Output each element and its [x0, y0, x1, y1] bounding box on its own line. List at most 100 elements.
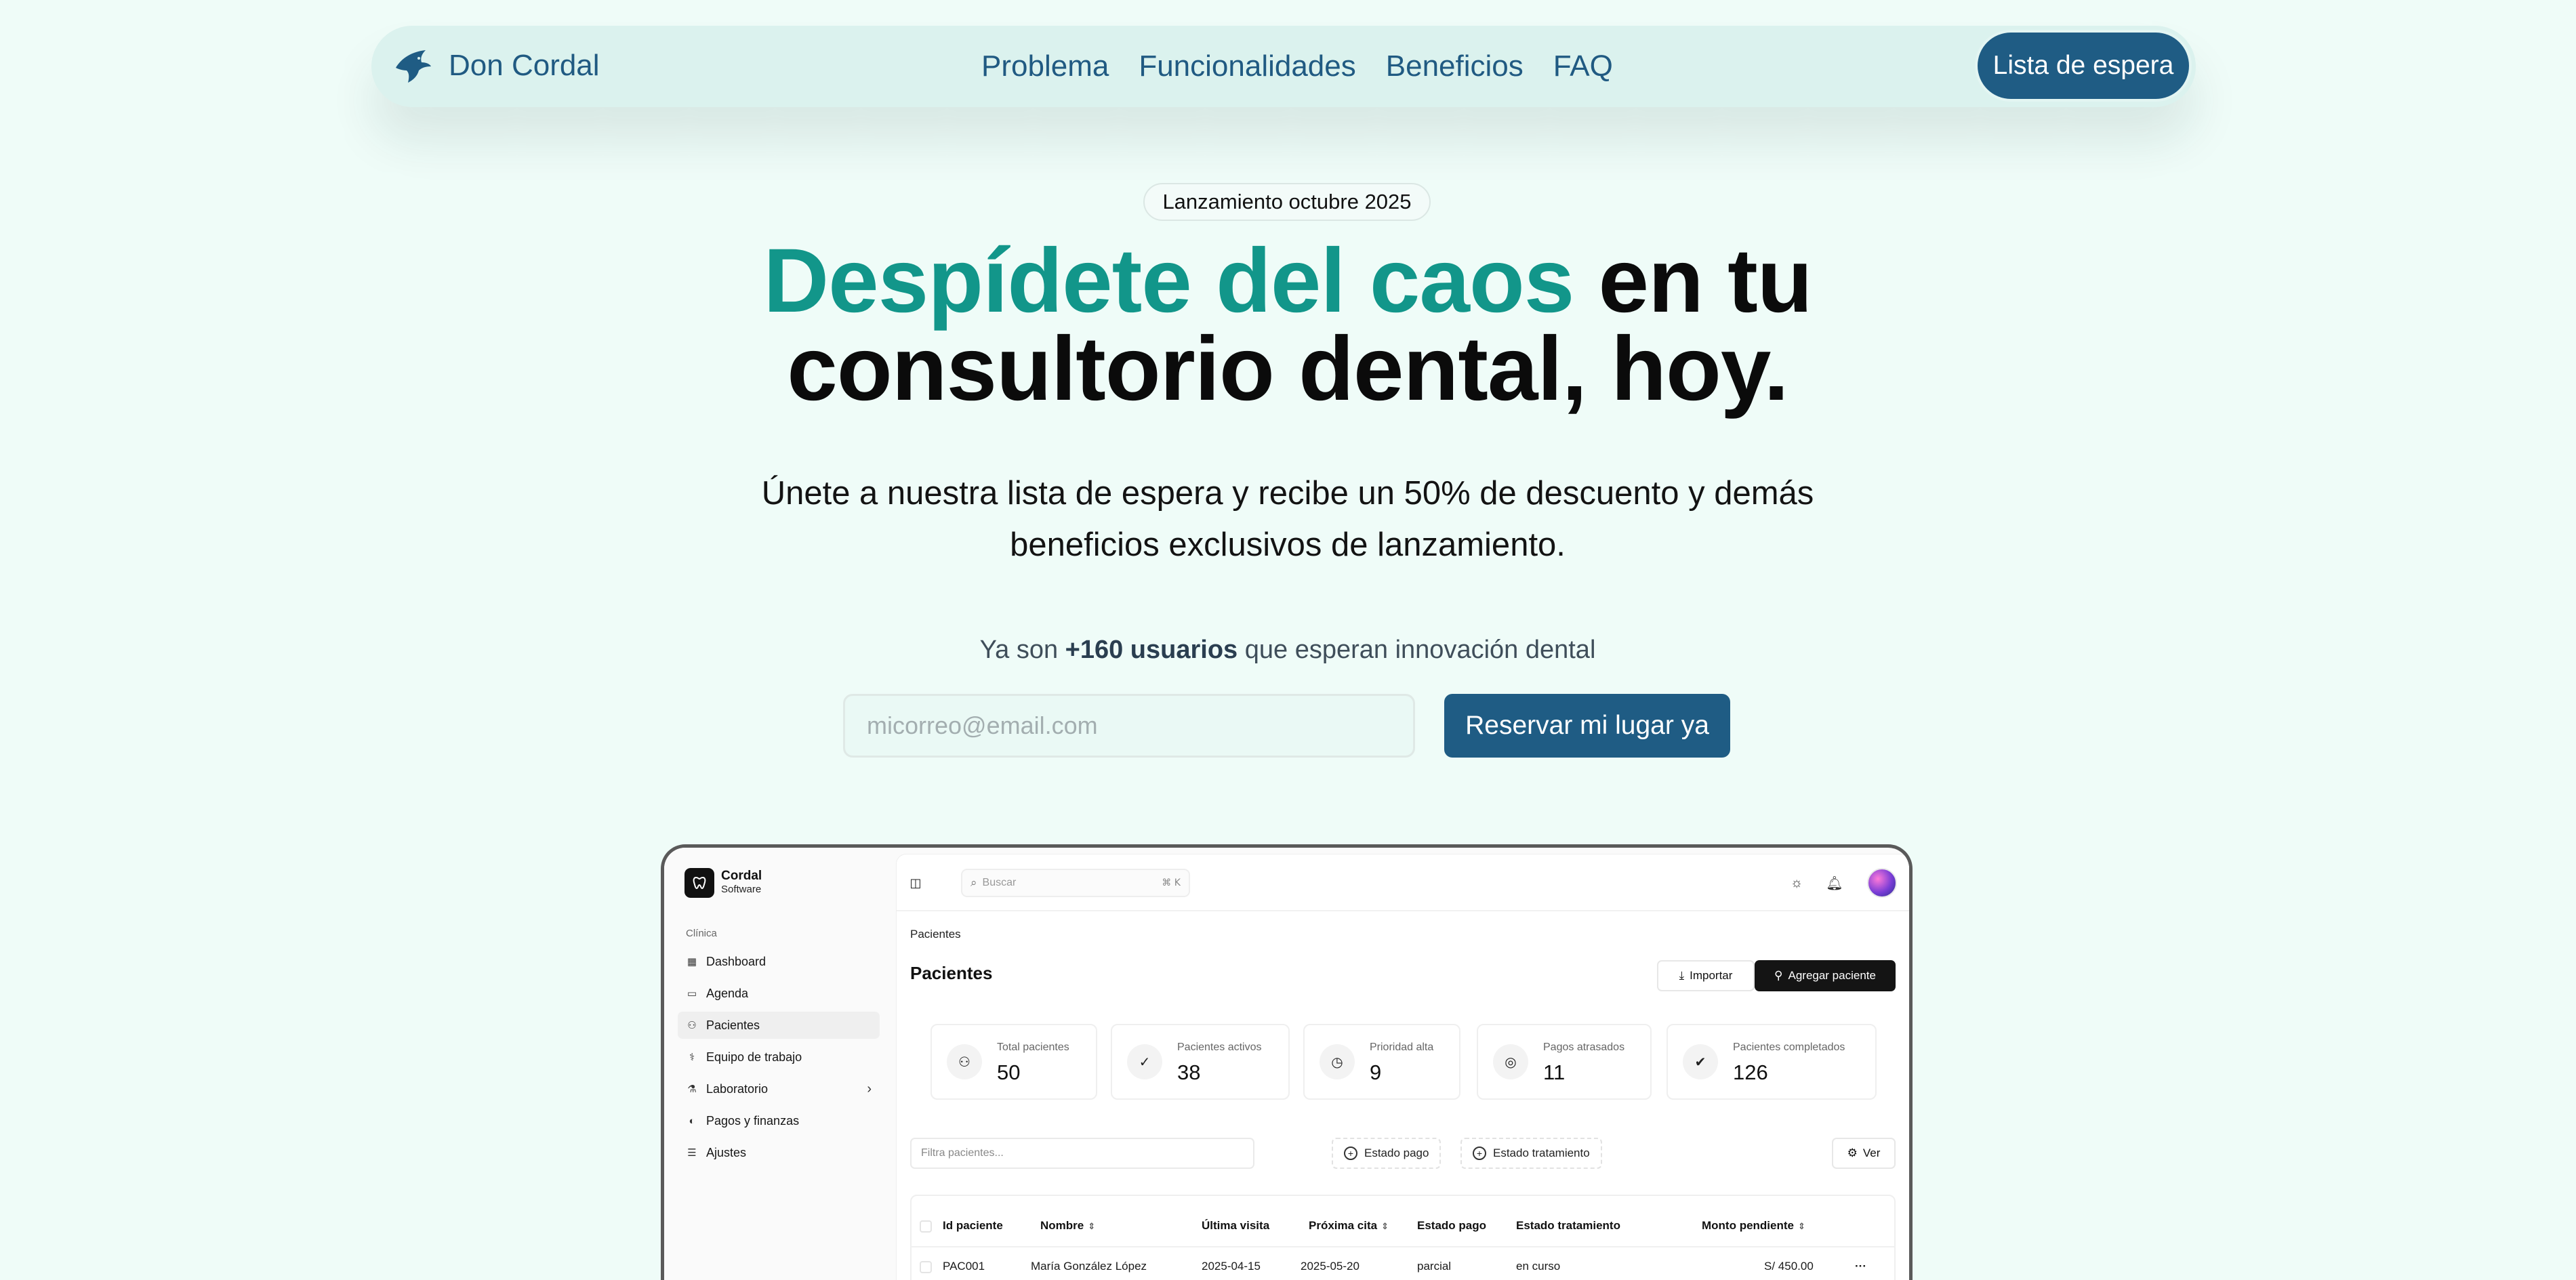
sidebar-item-ajustes[interactable]: ☰ Ajustes	[678, 1139, 880, 1166]
stat-card-active: ✓ Pacientes activos 38	[1111, 1024, 1290, 1100]
sidebar-item-equipo[interactable]: ⚕ Equipo de trabajo	[678, 1044, 880, 1071]
patient-filter-input[interactable]	[910, 1138, 1254, 1169]
dashboard-icon: ▦	[687, 956, 697, 968]
subtitle-line-2: beneficios exclusivos de lanzamiento.	[1010, 527, 1566, 563]
table-divider	[912, 1246, 1894, 1247]
nav-link-funcionalidades[interactable]: Funcionalidades	[1139, 49, 1355, 83]
column-header-amount[interactable]: Monto pendiente ⇕	[1702, 1219, 1805, 1233]
chevron-right-icon: ›	[867, 1081, 872, 1096]
social-suffix: que esperan innovación dental	[1238, 636, 1596, 664]
cell-treatment-status: en curso	[1516, 1260, 1561, 1273]
sidebar-item-label: Pagos y finanzas	[706, 1113, 800, 1128]
sort-icon: ⇕	[1797, 1221, 1805, 1231]
users-icon: ⚇	[947, 1044, 982, 1079]
reserve-button[interactable]: Reservar mi lugar ya	[1444, 694, 1730, 758]
add-patient-button[interactable]: ⚲ Agregar paciente	[1755, 960, 1896, 991]
theme-toggle-icon[interactable]: ☼	[1787, 873, 1806, 892]
sidebar-item-label: Laboratorio	[706, 1081, 769, 1096]
stat-label: Total pacientes	[997, 1041, 1069, 1053]
stat-value: 38	[1177, 1060, 1201, 1084]
import-label: Importar	[1690, 969, 1733, 982]
import-button[interactable]: ⤓ Importar	[1657, 960, 1755, 991]
sidebar-item-label: Equipo de trabajo	[706, 1050, 802, 1064]
brand[interactable]: Don Cordal	[392, 45, 600, 87]
app-brand[interactable]: Cordal Software	[684, 868, 762, 898]
hero-headline: Despídete del caos en tu consultorio den…	[610, 236, 1965, 415]
sort-icon: ⇕	[1088, 1221, 1096, 1231]
column-header-name[interactable]: Nombre ⇕	[1040, 1219, 1095, 1233]
column-header-id[interactable]: Id paciente	[943, 1219, 1003, 1233]
column-label: Próxima cita	[1309, 1219, 1378, 1232]
column-header-last-visit[interactable]: Última visita	[1202, 1219, 1269, 1233]
user-plus-icon: ⚲	[1774, 969, 1783, 982]
sidebar-item-pacientes[interactable]: ⚇ Pacientes	[678, 1012, 880, 1039]
app-search-input[interactable]: ⌕ Buscar ⌘ K	[961, 869, 1190, 897]
payment-status-filter[interactable]: + Estado pago	[1332, 1138, 1442, 1169]
check-circle-icon: ✔	[1683, 1044, 1718, 1079]
patients-table: Id paciente Nombre ⇕ Última visita Próxim…	[910, 1195, 1896, 1280]
sidebar-item-label: Dashboard	[706, 954, 766, 968]
cell-payment-status: parcial	[1417, 1260, 1452, 1273]
cell-next-appointment: 2025-05-20	[1301, 1260, 1359, 1273]
cell-amount: S/ 450.00	[1764, 1260, 1814, 1273]
email-input[interactable]	[843, 694, 1415, 758]
sidebar-item-pagos[interactable]: ◐ Pagos y finanzas	[678, 1107, 880, 1134]
view-options-button[interactable]: ⚙ Ver	[1832, 1138, 1896, 1169]
bell-icon[interactable]: 🔔︎	[1825, 873, 1844, 892]
flask-icon: ⚗	[687, 1083, 697, 1095]
chip-label: Estado pago	[1364, 1147, 1429, 1159]
stethoscope-icon: ⚕	[689, 1052, 695, 1063]
treatment-status-filter[interactable]: + Estado tratamiento	[1460, 1138, 1602, 1169]
stat-label: Prioridad alta	[1370, 1041, 1434, 1053]
sidebar-item-agenda[interactable]: ▭ Agenda	[678, 980, 880, 1007]
stat-value: 9	[1370, 1060, 1382, 1084]
users-icon: ⚇	[687, 1020, 697, 1031]
social-prefix: Ya son	[979, 636, 1065, 664]
sidebar-item-dashboard[interactable]: ▦ Dashboard	[678, 948, 880, 975]
waitlist-button[interactable]: Lista de espera	[1978, 33, 2189, 99]
cell-last-visit: 2025-04-15	[1202, 1260, 1261, 1273]
stat-card-late-payments: ◎ Pagos atrasados 11	[1477, 1024, 1652, 1100]
breadcrumb[interactable]: Pacientes	[910, 928, 961, 941]
nav-link-beneficios[interactable]: Beneficios	[1386, 49, 1524, 83]
sidebar-toggle-icon[interactable]: ◫	[907, 875, 924, 891]
column-header-treatment[interactable]: Estado tratamiento	[1516, 1219, 1620, 1233]
headline-part-2: consultorio dental, hoy.	[787, 318, 1788, 419]
app-brand-sub: Software	[721, 884, 762, 895]
hero-subtitle: Únete a nuestra lista de espera y recibe…	[745, 468, 1830, 571]
page-title: Pacientes	[910, 963, 993, 983]
calendar-icon: ▭	[687, 988, 697, 999]
avatar[interactable]	[1867, 868, 1897, 898]
sidebar-item-label: Ajustes	[706, 1145, 747, 1159]
social-proof: Ya son +160 usuarios que esperan innovac…	[813, 636, 1762, 665]
cell-id: PAC001	[943, 1260, 985, 1273]
coins-icon: ◎	[1493, 1044, 1528, 1079]
headline-part-1: en tu	[1574, 230, 1813, 331]
column-label: Nombre	[1040, 1219, 1084, 1232]
stat-value: 11	[1543, 1060, 1566, 1084]
sort-icon: ⇕	[1381, 1221, 1389, 1231]
stat-value: 50	[997, 1060, 1021, 1084]
stat-value: 126	[1733, 1060, 1768, 1084]
stat-label: Pagos atrasados	[1543, 1041, 1625, 1053]
view-label: Ver	[1862, 1147, 1881, 1159]
stat-card-priority: ◷ Prioridad alta 9	[1303, 1024, 1460, 1100]
select-all-checkbox[interactable]	[920, 1220, 932, 1233]
money-icon: ◐	[689, 1115, 695, 1127]
search-icon: ⌕	[970, 876, 977, 889]
top-navbar: Don Cordal Problema Funcionalidades Bene…	[371, 26, 2196, 107]
sidebar-item-laboratorio[interactable]: ⚗ Laboratorio ›	[678, 1075, 880, 1102]
row-actions-icon[interactable]: ···	[1855, 1260, 1866, 1273]
search-placeholder: Buscar	[982, 877, 1017, 888]
column-header-next-appointment[interactable]: Próxima cita ⇕	[1309, 1219, 1389, 1233]
nav-link-faq[interactable]: FAQ	[1553, 49, 1613, 83]
dolphin-logo-icon	[396, 50, 431, 83]
nav-links: Problema Funcionalidades Beneficios FAQ	[981, 26, 1613, 107]
brand-name: Don Cordal	[449, 49, 600, 82]
nav-link-problema[interactable]: Problema	[981, 49, 1109, 83]
sidebar-item-label: Agenda	[706, 986, 749, 1000]
row-checkbox[interactable]	[920, 1261, 932, 1273]
plus-circle-icon: +	[1473, 1147, 1486, 1160]
subtitle-line-1: Únete a nuestra lista de espera y recibe…	[761, 475, 1814, 512]
column-header-payment[interactable]: Estado pago	[1417, 1219, 1486, 1233]
